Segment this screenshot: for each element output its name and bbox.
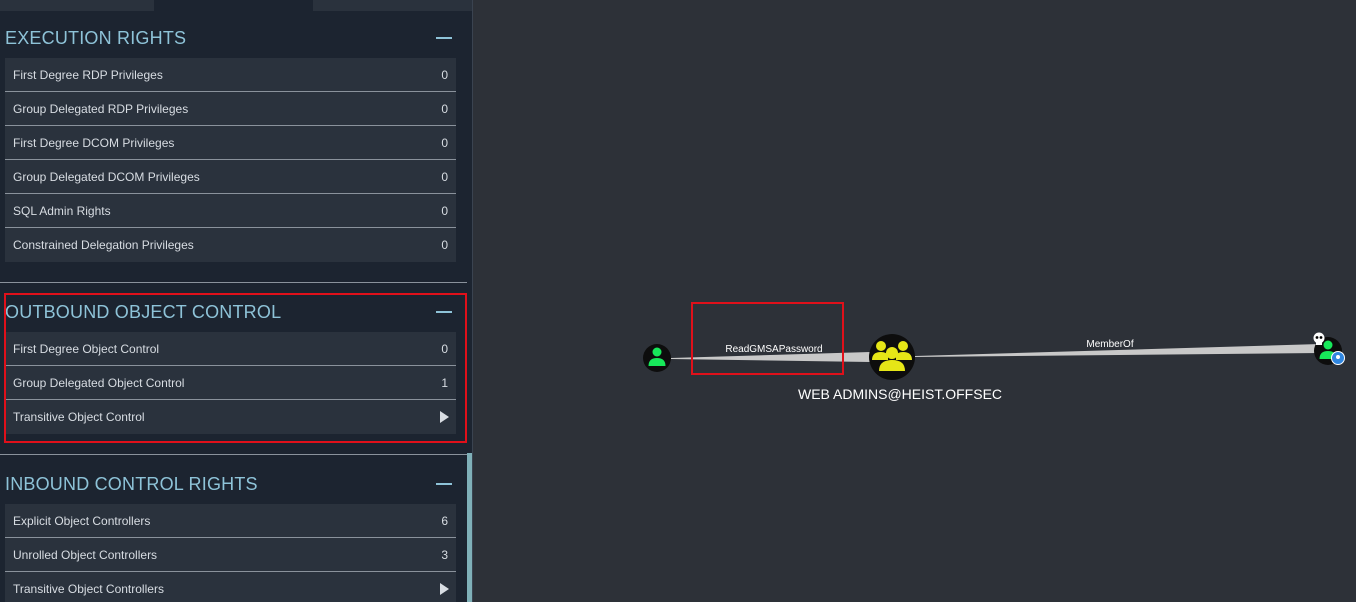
row-count: 0 (441, 136, 448, 150)
row-group-delegated-dcom[interactable]: Group Delegated DCOM Privileges 0 (5, 160, 456, 194)
sidebar: EXECUTION RIGHTS First Degree RDP Privil… (0, 0, 473, 602)
tab-3[interactable] (313, 0, 472, 11)
row-first-degree-dcom[interactable]: First Degree DCOM Privileges 0 (5, 126, 456, 160)
row-group-delegated-object-control[interactable]: Group Delegated Object Control 1 (5, 366, 456, 400)
edge-label-memberof: MemberOf (1086, 339, 1133, 350)
tab-2[interactable] (154, 0, 313, 11)
node-label-web-admins: WEB ADMINS@HEIST.OFFSEC (798, 386, 1003, 402)
row-label: SQL Admin Rights (13, 204, 111, 218)
row-label: Group Delegated DCOM Privileges (13, 170, 200, 184)
row-constrained-delegation[interactable]: Constrained Delegation Privileges 0 (5, 228, 456, 262)
top-tabs (0, 0, 472, 11)
node-group-web-admins[interactable] (869, 334, 915, 380)
row-label: First Degree RDP Privileges (13, 68, 163, 82)
play-arrow-icon (440, 411, 449, 423)
row-first-degree-object-control[interactable]: First Degree Object Control 0 (5, 332, 456, 366)
location-pin-icon (1331, 351, 1345, 365)
collapse-execution-rights-button[interactable] (430, 28, 456, 48)
collapse-outbound-object-control-button[interactable] (430, 302, 456, 322)
node-user-target[interactable] (1313, 332, 1345, 366)
row-label: Constrained Delegation Privileges (13, 238, 194, 252)
graph-svg: ReadGMSAPassword MemberOf (643, 332, 1345, 380)
edge-label-readgmsapassword: ReadGMSAPassword (725, 344, 822, 355)
row-label: First Degree Object Control (13, 342, 160, 356)
row-label: Explicit Object Controllers (13, 514, 151, 528)
row-label: Group Delegated RDP Privileges (13, 102, 189, 116)
row-group-delegated-rdp[interactable]: Group Delegated RDP Privileges 0 (5, 92, 456, 126)
row-count: 0 (441, 170, 448, 184)
section-divider (0, 454, 467, 455)
row-explicit-object-controllers[interactable]: Explicit Object Controllers 6 (5, 504, 456, 538)
sidebar-scrollbar[interactable] (467, 453, 472, 602)
row-unrolled-object-controllers[interactable]: Unrolled Object Controllers 3 (5, 538, 456, 572)
node-user-source[interactable] (643, 344, 671, 372)
row-label: Transitive Object Controllers (13, 582, 164, 596)
row-count: 0 (441, 102, 448, 116)
row-label: First Degree DCOM Privileges (13, 136, 175, 150)
row-transitive-object-controllers[interactable]: Transitive Object Controllers (5, 572, 456, 602)
section-title-execution-rights: EXECUTION RIGHTS (5, 28, 187, 48)
row-sql-admin[interactable]: SQL Admin Rights 0 (5, 194, 456, 228)
row-count: 6 (441, 514, 448, 528)
minus-icon (436, 37, 452, 39)
collapse-inbound-control-rights-button[interactable] (430, 474, 456, 494)
row-count: 1 (441, 376, 448, 390)
minus-icon (436, 311, 452, 313)
row-count: 0 (441, 342, 448, 356)
row-count: 0 (441, 204, 448, 218)
row-count: 0 (441, 68, 448, 82)
section-title-outbound-object-control: OUTBOUND OBJECT CONTROL (5, 302, 282, 322)
row-count: 0 (441, 238, 448, 252)
graph-canvas[interactable]: ReadGMSAPassword MemberOf WEB ADMINS@HEI… (474, 0, 1356, 602)
row-label: Group Delegated Object Control (13, 376, 185, 390)
section-title-inbound-control-rights: INBOUND CONTROL RIGHTS (5, 474, 258, 494)
row-count: 3 (441, 548, 448, 562)
minus-icon (436, 483, 452, 485)
row-transitive-object-control[interactable]: Transitive Object Control (5, 400, 456, 434)
row-label: Transitive Object Control (13, 410, 145, 424)
section-divider (0, 282, 467, 283)
row-label: Unrolled Object Controllers (13, 548, 158, 562)
tab-1[interactable] (0, 0, 154, 11)
row-first-degree-rdp[interactable]: First Degree RDP Privileges 0 (5, 58, 456, 92)
play-arrow-icon (440, 583, 449, 595)
